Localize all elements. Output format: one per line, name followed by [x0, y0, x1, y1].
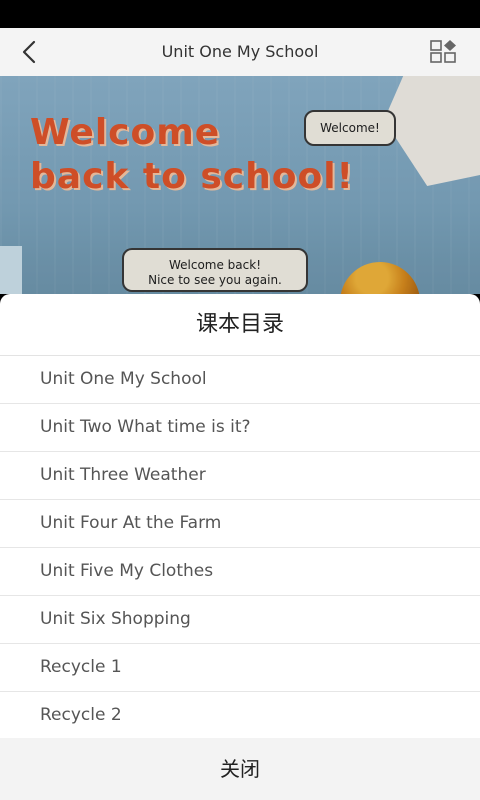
back-button[interactable]	[14, 38, 46, 66]
page-title: Unit One My School	[161, 42, 319, 61]
toc-item-unit-five[interactable]: Unit Five My Clothes	[0, 548, 480, 596]
toc-item-unit-four[interactable]: Unit Four At the Farm	[0, 500, 480, 548]
textbook-page-image[interactable]: Welcome back to school! Welcome! Welcome…	[0, 76, 480, 294]
dim-overlay	[0, 76, 480, 294]
toc-item-unit-two[interactable]: Unit Two What time is it?	[0, 404, 480, 452]
grid-button[interactable]	[430, 40, 458, 64]
status-bar	[0, 0, 480, 28]
back-arrow-icon	[22, 40, 36, 64]
table-of-contents-sheet: 课本目录 Unit One My School Unit Two What ti…	[0, 294, 480, 800]
toc-item-unit-six[interactable]: Unit Six Shopping	[0, 596, 480, 644]
grid-icon	[430, 40, 456, 63]
app-bar: Unit One My School	[0, 28, 480, 76]
close-button[interactable]: 关闭	[0, 738, 480, 800]
toc-item-recycle-1[interactable]: Recycle 1	[0, 644, 480, 692]
toc-item-unit-three[interactable]: Unit Three Weather	[0, 452, 480, 500]
toc-item-unit-one[interactable]: Unit One My School	[0, 356, 480, 404]
sheet-title: 课本目录	[0, 294, 480, 356]
toc-item-recycle-2[interactable]: Recycle 2	[0, 692, 480, 740]
